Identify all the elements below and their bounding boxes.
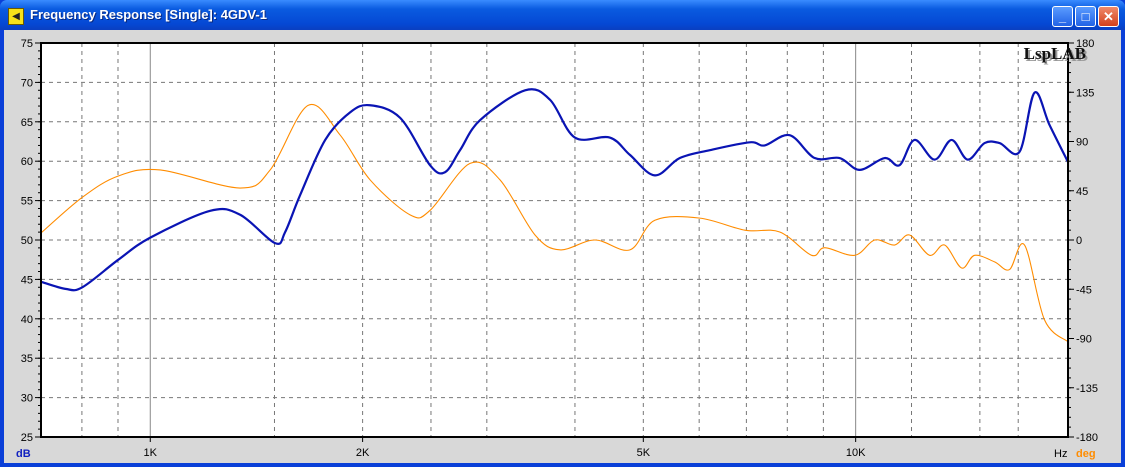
window-title: Frequency Response [Single]: 4GDV-1 bbox=[30, 7, 267, 22]
minimize-button[interactable]: _ bbox=[1052, 6, 1073, 27]
y-right-tick-label: -135 bbox=[1076, 383, 1098, 395]
y-left-tick-label: 40 bbox=[21, 314, 33, 326]
y-right-tick-label: 90 bbox=[1076, 137, 1088, 149]
chart-panel: 25 30 35 40 45 50 55 60 65 70 75 -180 -135 -90 -45 0 45 9… bbox=[4, 30, 1121, 463]
y-right-tick-label: -90 bbox=[1076, 334, 1092, 346]
y-left-tick-label: 70 bbox=[21, 77, 33, 89]
y-right-tick-label: -180 bbox=[1076, 432, 1098, 444]
speaker-icon: ◀ bbox=[8, 8, 24, 25]
y-left-tick-label: 50 bbox=[21, 235, 33, 247]
hz-unit-label: Hz bbox=[1054, 448, 1067, 460]
maximize-button[interactable]: □ bbox=[1075, 6, 1096, 27]
frequency-response-window: ◀ Frequency Response [Single]: 4GDV-1 _ … bbox=[0, 0, 1125, 467]
x-tick-label: 10K bbox=[846, 447, 866, 459]
close-button[interactable]: ✕ bbox=[1098, 6, 1119, 27]
y-left-tick-label: 30 bbox=[21, 393, 33, 405]
y-left-tick-label: 60 bbox=[21, 156, 33, 168]
y-right-tick-label: 45 bbox=[1076, 186, 1088, 198]
frequency-response-chart: 25 30 35 40 45 50 55 60 65 70 75 -180 -135 -90 -45 0 45 9… bbox=[16, 38, 1098, 460]
watermark-logo: LspLAB bbox=[1024, 44, 1086, 63]
title-bar[interactable]: ◀ Frequency Response [Single]: 4GDV-1 _ … bbox=[0, 0, 1125, 30]
y-left-tick-label: 75 bbox=[21, 38, 33, 50]
y-left-tick-label: 65 bbox=[21, 117, 33, 129]
x-tick-label: 2K bbox=[356, 447, 370, 459]
x-tick-label: 5K bbox=[637, 447, 651, 459]
y-left-tick-label: 35 bbox=[21, 353, 33, 365]
y-right-tick-label: 135 bbox=[1076, 87, 1094, 99]
db-unit-label: dB bbox=[16, 448, 31, 460]
y-left-tick-label: 25 bbox=[21, 432, 33, 444]
deg-unit-label: deg bbox=[1076, 448, 1096, 460]
y-left-tick-label: 55 bbox=[21, 196, 33, 208]
y-left-tick-label: 45 bbox=[21, 274, 33, 286]
y-right-tick-label: 0 bbox=[1076, 235, 1082, 247]
y-right-tick-label: -45 bbox=[1076, 284, 1092, 296]
x-tick-label: 1K bbox=[144, 447, 158, 459]
